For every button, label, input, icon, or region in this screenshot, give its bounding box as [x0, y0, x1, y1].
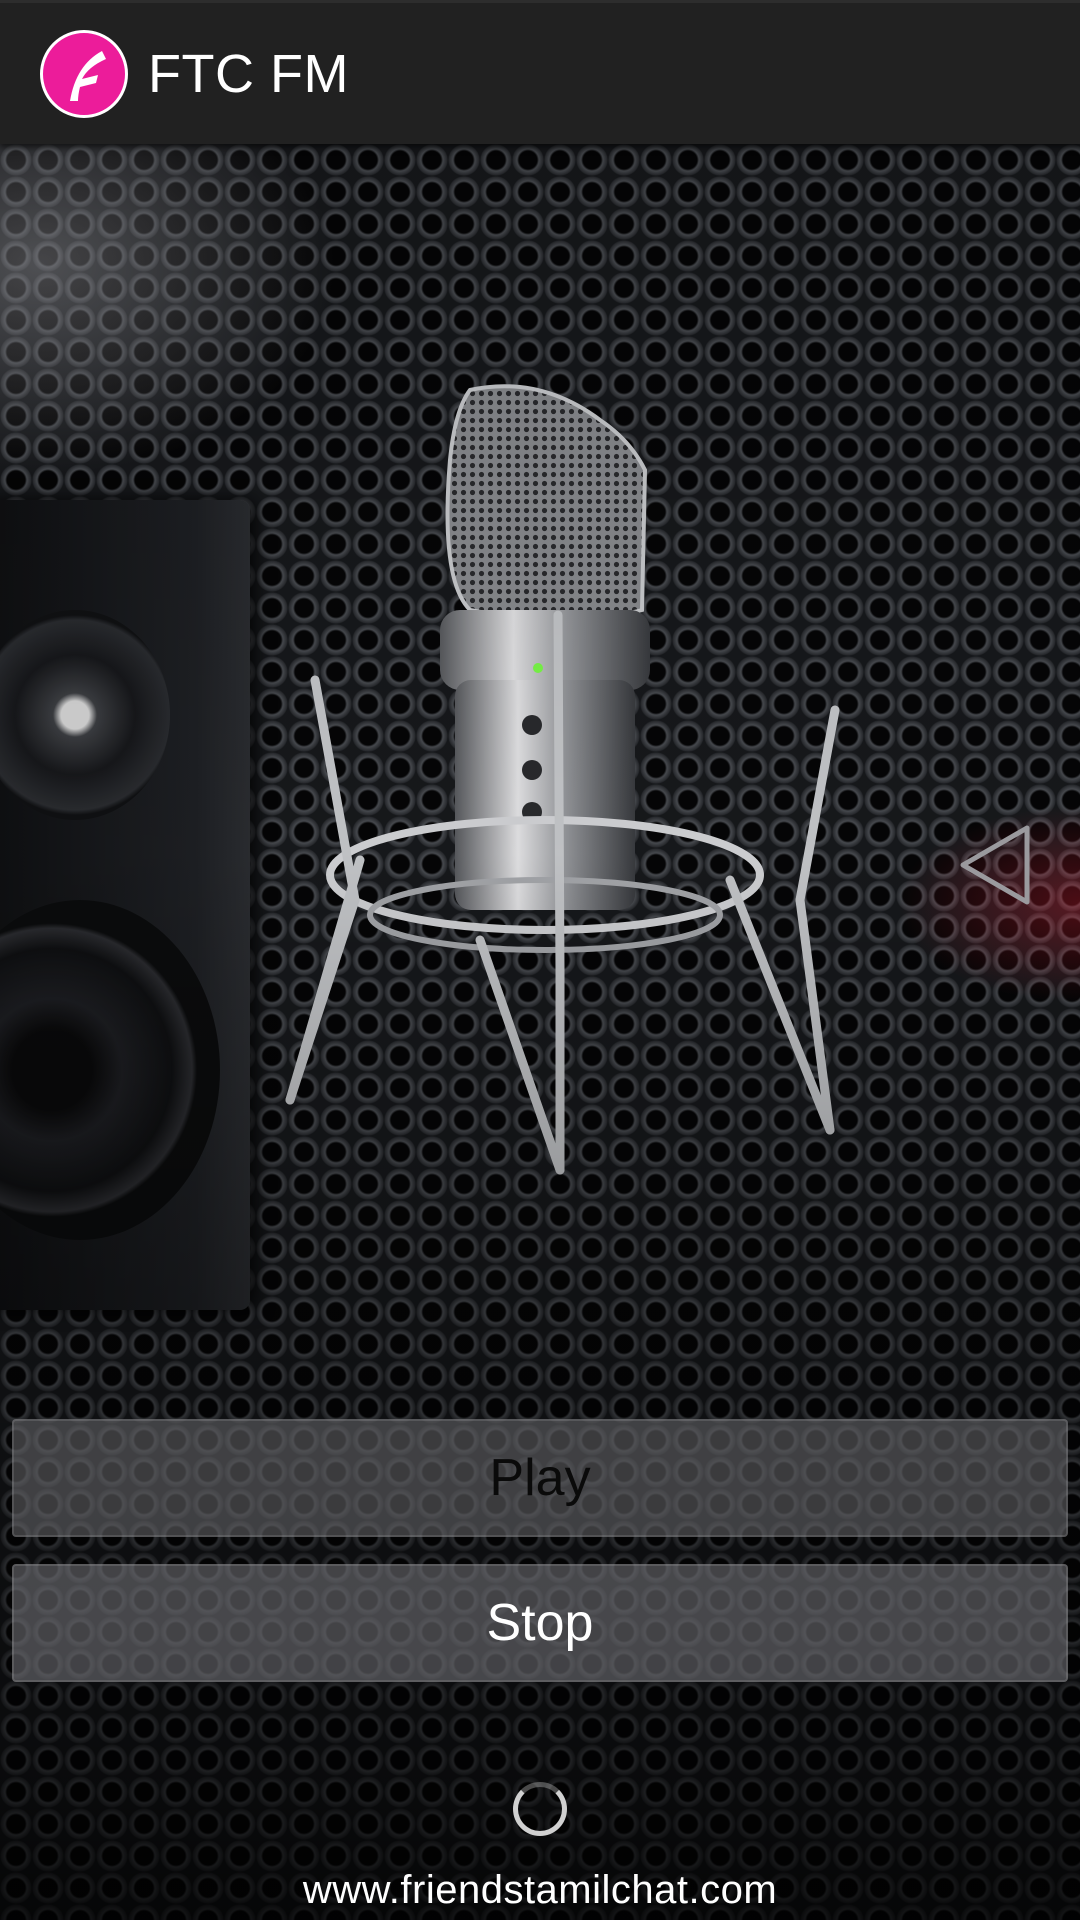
- app-title: FTC FM: [148, 43, 349, 104]
- triangle-left-icon: [960, 825, 1030, 905]
- ftc-f-logo-icon: [70, 50, 106, 101]
- stop-button[interactable]: Stop: [12, 1564, 1068, 1682]
- footer-website-link[interactable]: www.friendstamilchat.com: [0, 1868, 1080, 1913]
- play-button[interactable]: Play: [12, 1419, 1068, 1537]
- app-bar: FTC FM: [0, 0, 1080, 144]
- loading-spinner-icon: [513, 1782, 567, 1836]
- screen: FTC FM Play Stop www.friendstamilchat.co…: [0, 0, 1080, 1920]
- drawer-pull-tab[interactable]: [955, 820, 1035, 910]
- app-logo: [40, 29, 128, 118]
